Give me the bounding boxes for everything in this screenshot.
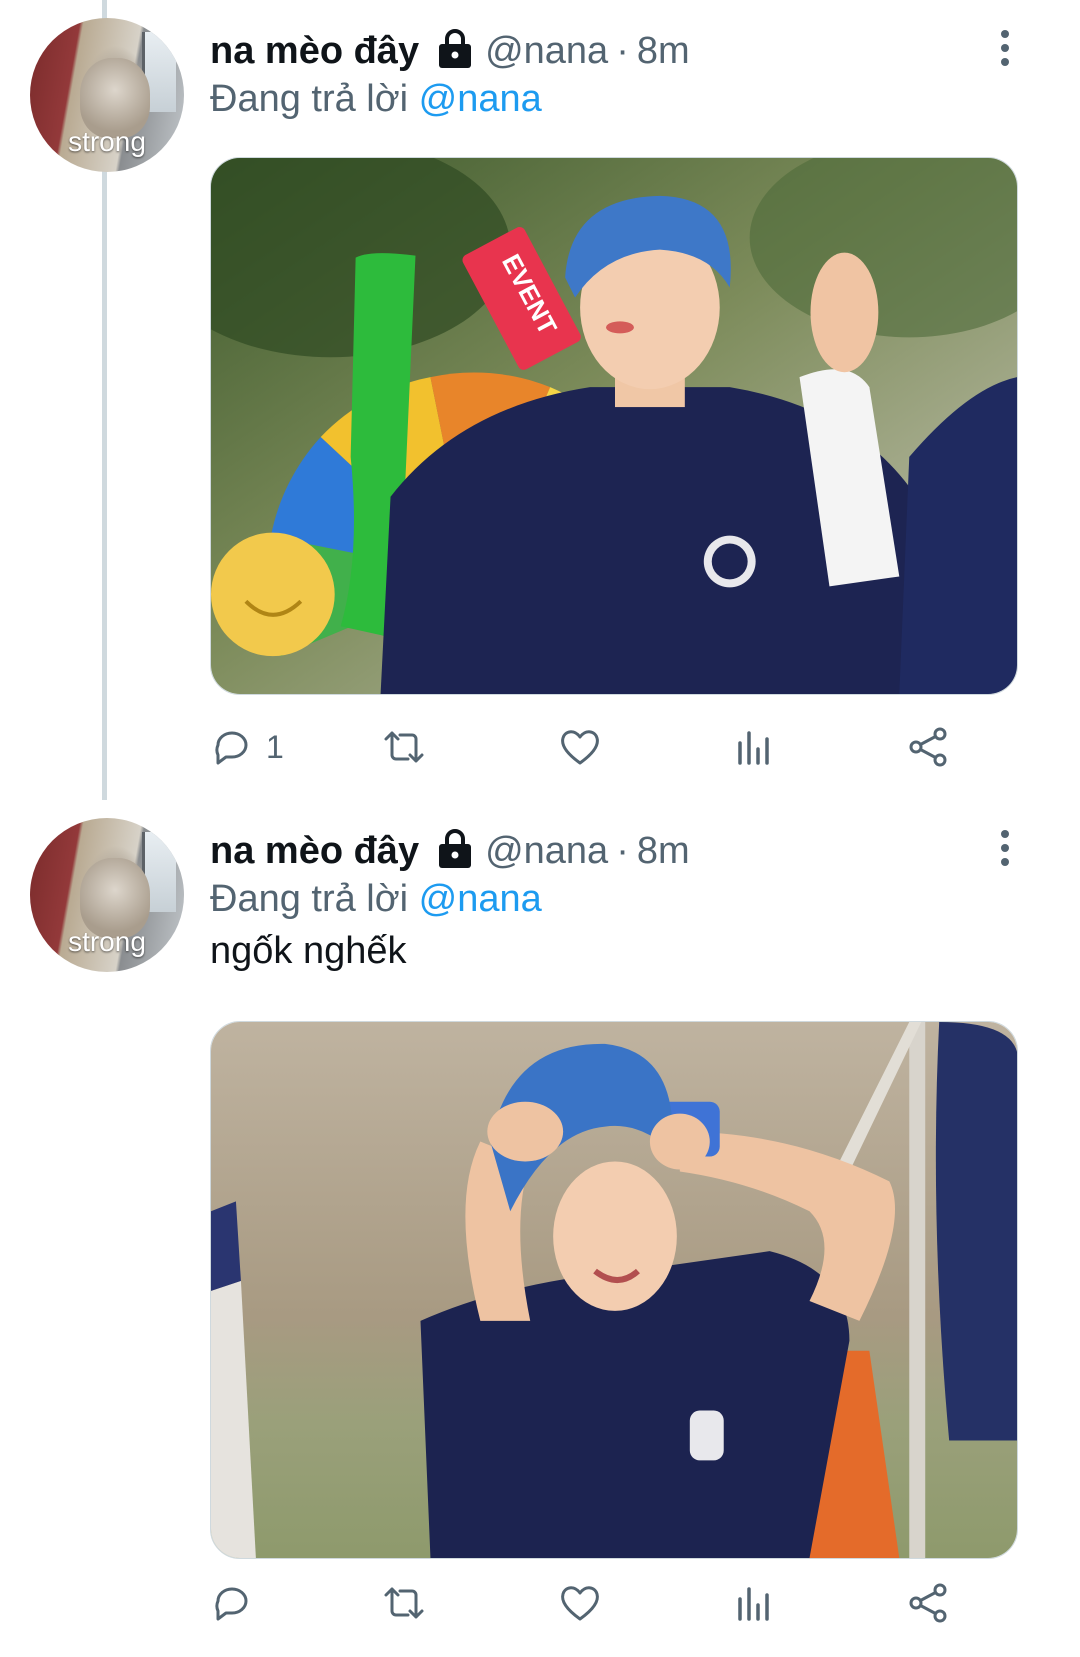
share-icon	[909, 1583, 947, 1623]
photo-illustration	[211, 1022, 1017, 1558]
handle[interactable]: @nana	[485, 830, 608, 873]
retweet-button[interactable]	[382, 722, 426, 772]
avatar-caption: strong	[68, 126, 146, 157]
reply-icon	[215, 1587, 248, 1621]
replying-to: Đang trả lời @nana	[210, 878, 542, 921]
photo-illustration: EVENT	[211, 158, 1017, 694]
like-icon	[561, 1586, 599, 1621]
like-button[interactable]	[558, 1578, 602, 1628]
lock-icon	[435, 28, 475, 70]
timestamp[interactable]: 8m	[637, 830, 690, 873]
tweet-actions	[210, 1578, 970, 1628]
tweet-text: ngốk nghếk	[210, 930, 407, 972]
tweet-photo[interactable]: EVENT	[210, 157, 1018, 695]
handle[interactable]: @nana	[485, 30, 608, 73]
tweet-photo[interactable]	[210, 1021, 1018, 1559]
separator-dot: ·	[616, 29, 629, 72]
avatar-caption: strong	[68, 926, 146, 957]
share-icon	[909, 727, 947, 767]
tweet[interactable]: strong na mèo đây @nana · 8m Đang trả lờ…	[0, 0, 1080, 800]
display-name[interactable]: na mèo đây	[210, 830, 419, 873]
views-button[interactable]	[732, 722, 776, 772]
mention-link[interactable]: @nana	[419, 878, 542, 920]
reply-icon	[215, 731, 248, 765]
reply-count: 1	[266, 728, 284, 765]
reply-button[interactable]	[210, 1578, 266, 1628]
tweet-actions: 1	[210, 722, 970, 772]
avatar[interactable]: strong	[30, 18, 184, 172]
like-icon	[561, 730, 599, 765]
separator-dot: ·	[616, 829, 629, 872]
lock-icon	[435, 828, 475, 870]
tweet[interactable]: strong na mèo đây @nana · 8m Đang trả lờ…	[0, 800, 1080, 1657]
views-icon	[738, 731, 769, 765]
replying-to-label: Đang trả lời	[210, 878, 409, 920]
more-icon[interactable]	[990, 828, 1020, 868]
share-button[interactable]	[906, 722, 950, 772]
display-name[interactable]: na mèo đây	[210, 30, 419, 73]
like-button[interactable]	[558, 722, 602, 772]
views-button[interactable]	[732, 1578, 776, 1628]
tweet-header: na mèo đây @nana · 8m	[210, 28, 690, 74]
retweet-icon	[384, 1587, 424, 1619]
share-button[interactable]	[906, 1578, 950, 1628]
retweet-icon	[384, 731, 424, 763]
avatar[interactable]: strong	[30, 818, 184, 972]
replying-to: Đang trả lời @nana	[210, 78, 542, 121]
mention-link[interactable]: @nana	[419, 78, 542, 120]
retweet-button[interactable]	[382, 1578, 426, 1628]
more-icon[interactable]	[990, 28, 1020, 68]
timestamp[interactable]: 8m	[637, 30, 690, 73]
tweet-header: na mèo đây @nana · 8m	[210, 828, 690, 874]
reply-button[interactable]: 1	[210, 722, 284, 772]
replying-to-label: Đang trả lời	[210, 78, 409, 120]
views-icon	[738, 1587, 769, 1621]
